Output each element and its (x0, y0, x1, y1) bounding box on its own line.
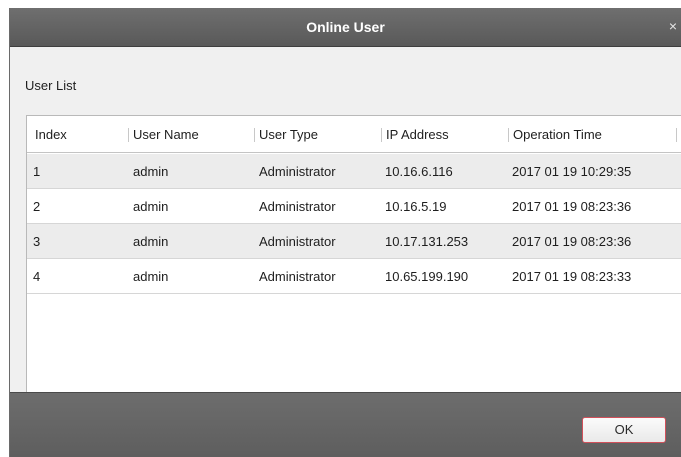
user-list-label: User List (25, 78, 77, 93)
cell-user-name: admin (133, 234, 169, 249)
cell-operation-time: 2017 01 19 10:29:35 (512, 164, 632, 179)
column-header-ip-address[interactable]: IP Address (386, 126, 449, 143)
dialog-title: Online User (306, 19, 385, 35)
column-separator[interactable] (128, 128, 129, 142)
dialog-titlebar[interactable]: Online User × (10, 8, 681, 47)
column-separator[interactable] (381, 128, 382, 142)
cell-user-name: admin (133, 269, 169, 284)
cell-ip-address: 10.16.6.116 (385, 164, 453, 179)
table-row[interactable]: 2 admin Administrator 10.16.5.19 2017 01… (27, 189, 681, 224)
column-separator[interactable] (508, 128, 509, 142)
cell-user-type: Administrator (259, 234, 336, 249)
column-header-operation-time[interactable]: Operation Time (513, 126, 602, 143)
table-row[interactable]: 4 admin Administrator 10.65.199.190 2017… (27, 259, 681, 294)
cell-index: 2 (33, 199, 41, 214)
cell-index: 1 (33, 164, 41, 179)
cell-user-type: Administrator (259, 269, 336, 284)
column-header-user-name[interactable]: User Name (133, 126, 199, 143)
cell-ip-address: 10.65.199.190 (385, 269, 469, 284)
online-user-dialog: Online User × User List Index User Name … (9, 8, 681, 457)
cell-user-type: Administrator (259, 164, 336, 179)
table-row[interactable]: 3 admin Administrator 10.17.131.253 2017… (27, 224, 681, 259)
cell-index: 4 (33, 269, 41, 284)
column-separator[interactable] (254, 128, 255, 142)
cell-ip-address: 10.17.131.253 (385, 234, 469, 249)
dialog-footer: OK (10, 392, 681, 457)
column-header-user-type[interactable]: User Type (259, 126, 318, 143)
column-separator[interactable] (676, 128, 677, 142)
table-row[interactable]: 1 admin Administrator 10.16.6.116 2017 0… (27, 154, 681, 189)
close-icon[interactable]: × (667, 18, 679, 34)
table-header: Index User Name User Type IP Address Ope… (27, 116, 681, 153)
cell-ip-address: 10.16.5.19 (385, 199, 447, 214)
cell-operation-time: 2017 01 19 08:23:33 (512, 269, 632, 284)
cell-operation-time: 2017 01 19 08:23:36 (512, 199, 632, 214)
cell-user-name: admin (133, 199, 169, 214)
dialog-body: User List Index User Name User Type IP A… (10, 48, 681, 400)
cell-operation-time: 2017 01 19 08:23:36 (512, 234, 632, 249)
cell-index: 3 (33, 234, 41, 249)
cell-user-name: admin (133, 164, 169, 179)
user-table: Index User Name User Type IP Address Ope… (26, 115, 681, 394)
column-header-index[interactable]: Index (35, 126, 67, 143)
ok-button[interactable]: OK (582, 417, 666, 443)
cell-user-type: Administrator (259, 199, 336, 214)
